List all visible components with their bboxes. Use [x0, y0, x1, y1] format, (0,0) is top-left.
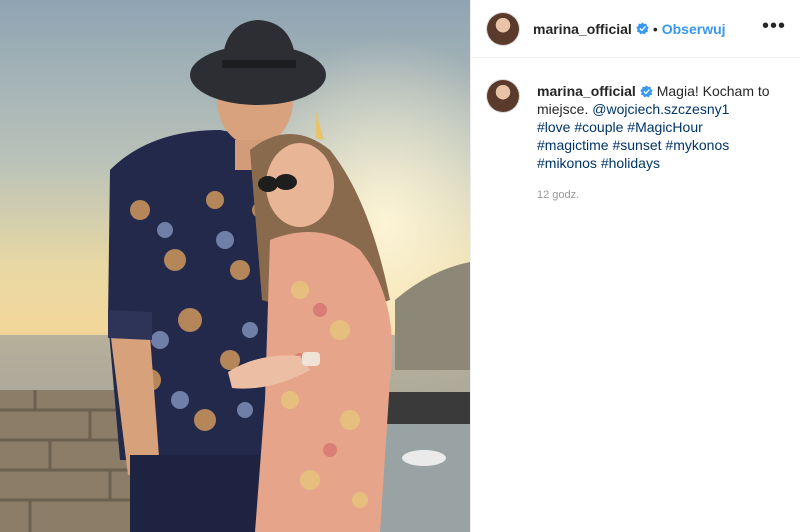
header-username[interactable]: marina_official [533, 21, 632, 37]
more-options-icon[interactable]: ••• [762, 16, 786, 36]
hashtag-love[interactable]: #love [537, 119, 570, 135]
instagram-post: marina_official • Obserwuj ••• marina_of… [0, 0, 800, 532]
post-header: marina_official • Obserwuj ••• [471, 0, 800, 58]
caption-username[interactable]: marina_official [537, 83, 636, 99]
caption-comment: marina_official Magia! Kocham to miejsce… [471, 58, 800, 204]
post-sidebar: marina_official • Obserwuj ••• marina_of… [470, 0, 800, 532]
caption-mention[interactable]: @wojciech.szczesny1 [592, 101, 729, 117]
caption-verified-badge-icon [640, 85, 653, 98]
photo-couple-sunset [0, 0, 470, 532]
post-timestamp[interactable]: 12 godz. [537, 186, 777, 204]
hashtag-holidays[interactable]: #holidays [601, 155, 660, 171]
hashtag-magichour[interactable]: #MagicHour [627, 119, 702, 135]
hashtag-sunset[interactable]: #sunset [612, 137, 661, 153]
caption-avatar[interactable] [487, 80, 519, 112]
hashtag-mykonos[interactable]: #mykonos [665, 137, 729, 153]
hashtag-magictime[interactable]: #magictime [537, 137, 609, 153]
verified-badge-icon [636, 22, 649, 35]
header-separator: • [652, 20, 658, 37]
hashtag-mikonos[interactable]: #mikonos [537, 155, 597, 171]
hashtag-couple[interactable]: #couple [574, 119, 623, 135]
user-avatar[interactable] [487, 12, 519, 45]
caption-text-block: marina_official Magia! Kocham to miejsce… [537, 82, 777, 204]
follow-button[interactable]: Obserwuj [662, 21, 726, 37]
post-photo[interactable] [0, 0, 470, 532]
